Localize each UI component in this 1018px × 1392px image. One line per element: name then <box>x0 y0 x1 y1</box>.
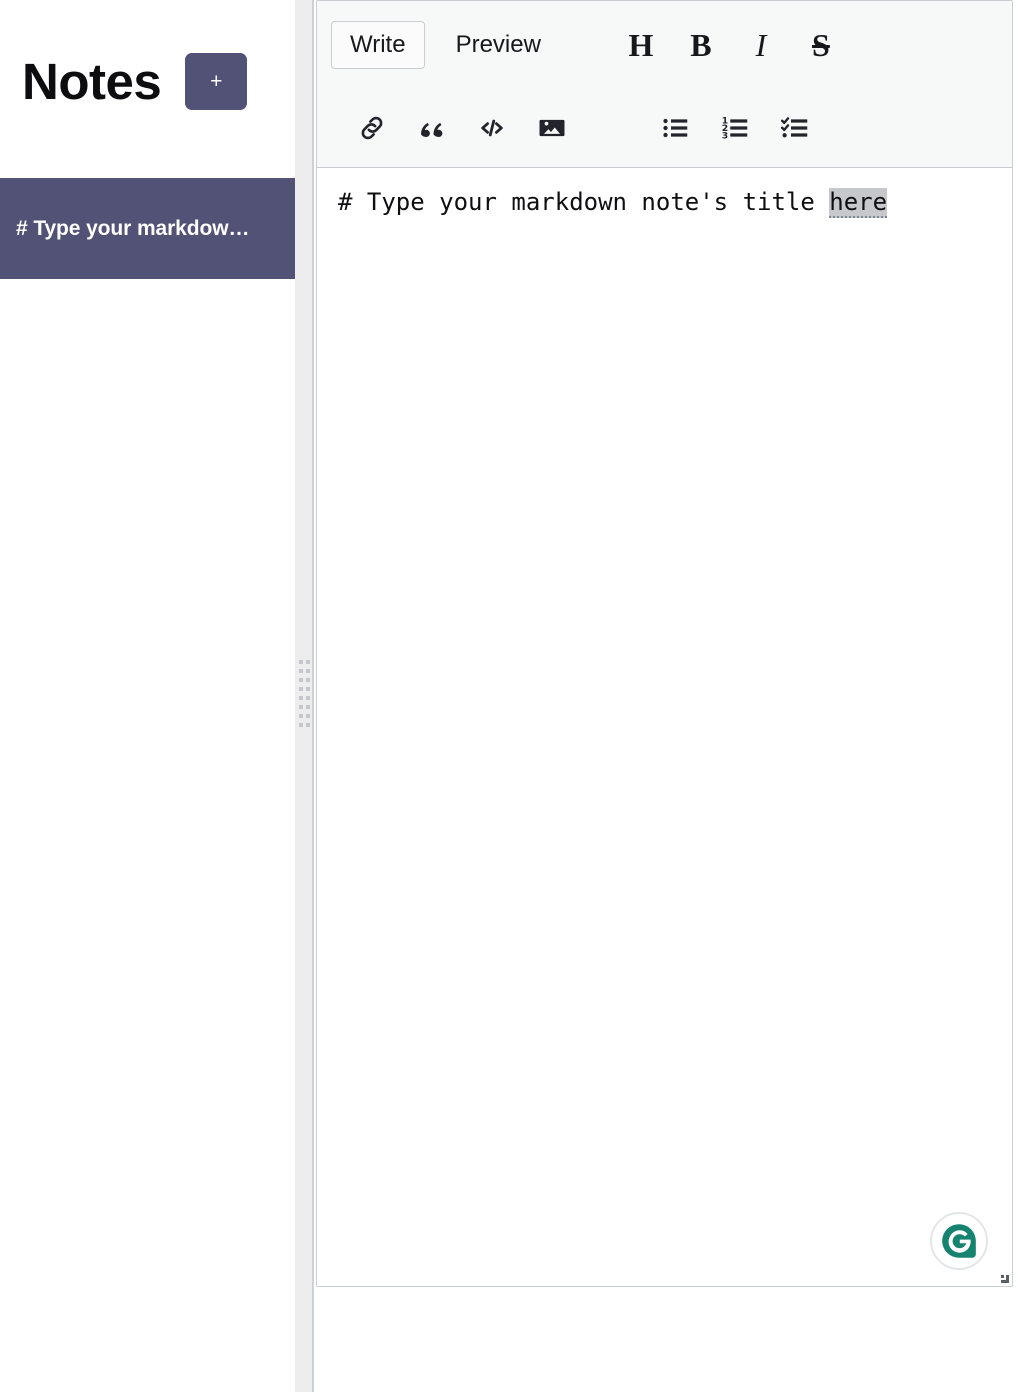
grip-dot <box>306 678 310 682</box>
grip-dot <box>299 696 303 700</box>
link-button[interactable] <box>349 105 395 151</box>
code-button[interactable] <box>469 105 515 151</box>
image-icon <box>537 113 567 143</box>
unordered-list-icon <box>661 113 691 143</box>
svg-text:3: 3 <box>722 131 728 142</box>
grip-dot <box>299 678 303 682</box>
tab-write[interactable]: Write <box>331 21 425 69</box>
quote-icon <box>417 113 447 143</box>
link-icon <box>357 113 387 143</box>
code-icon <box>477 113 507 143</box>
resize-bar <box>1006 1275 1009 1283</box>
bold-icon: B <box>690 27 712 63</box>
grip-dot <box>299 669 303 673</box>
text-format-group: H B I S <box>618 22 844 68</box>
notes-list: # Type your markdow… <box>0 178 295 279</box>
bold-button[interactable]: B <box>678 22 724 68</box>
grip-dot <box>299 723 303 727</box>
checklist-icon <box>781 113 811 143</box>
grip-dot <box>299 714 303 718</box>
editor-toolbar: Write Preview H B I S 1 2 3 <box>317 1 1012 168</box>
editor-frame: Write Preview H B I S 1 2 3 # Type your … <box>316 0 1013 1287</box>
editor-panel: Write Preview H B I S 1 2 3 # Type your … <box>316 0 1014 1392</box>
add-note-button[interactable]: + <box>185 52 248 110</box>
checklist-button[interactable] <box>773 105 819 151</box>
grip-dot <box>306 660 310 664</box>
ordered-list-icon: 1 2 3 <box>721 113 751 143</box>
tab-preview[interactable]: Preview <box>437 21 560 69</box>
note-text-unselected: # Type your markdown note's title <box>338 188 830 216</box>
grip-dot <box>306 696 310 700</box>
note-textarea[interactable]: # Type your markdown note's title here <box>317 168 1012 1286</box>
ordered-list-button[interactable]: 1 2 3 <box>713 105 759 151</box>
grip-dot <box>306 669 310 673</box>
app-root: Notes + # Type your markdow… Write Previ… <box>0 0 1018 1392</box>
image-button[interactable] <box>529 105 575 151</box>
grip-dot <box>306 705 310 709</box>
strikethrough-button[interactable]: S <box>798 22 844 68</box>
insert-group <box>349 105 575 151</box>
toolbar-row-primary: Write Preview H B I S <box>317 1 1012 89</box>
panel-splitter[interactable] <box>295 0 314 1392</box>
toolbar-row-secondary: 1 2 3 <box>317 89 1012 167</box>
resize-handle-icon[interactable] <box>997 1271 1009 1283</box>
grip-dot <box>306 687 310 691</box>
drag-grip-icon[interactable] <box>299 660 310 734</box>
grip-dot <box>299 705 303 709</box>
grip-dot <box>306 714 310 718</box>
sidebar: Notes + # Type your markdow… <box>0 0 295 1392</box>
unordered-list-button[interactable] <box>653 105 699 151</box>
italic-icon: I <box>755 27 767 63</box>
grammarly-glyph <box>942 1224 976 1258</box>
grip-dot <box>299 660 303 664</box>
grammarly-icon[interactable] <box>930 1212 988 1270</box>
strikethrough-icon: S <box>812 27 830 63</box>
sidebar-header: Notes + <box>0 0 295 178</box>
grip-dot <box>306 723 310 727</box>
page-title: Notes <box>22 52 162 110</box>
note-item-label: # Type your markdow… <box>16 216 250 240</box>
list-item[interactable]: # Type your markdow… <box>0 178 295 279</box>
resize-dot <box>1001 1275 1004 1278</box>
grip-dot <box>299 687 303 691</box>
note-text-selection: here <box>829 188 888 218</box>
heading-icon: H <box>628 27 654 63</box>
heading-button[interactable]: H <box>618 22 664 68</box>
quote-button[interactable] <box>409 105 455 151</box>
note-text-content[interactable]: # Type your markdown note's title here <box>317 168 1012 218</box>
italic-button[interactable]: I <box>738 22 784 68</box>
list-format-group: 1 2 3 <box>653 105 819 151</box>
